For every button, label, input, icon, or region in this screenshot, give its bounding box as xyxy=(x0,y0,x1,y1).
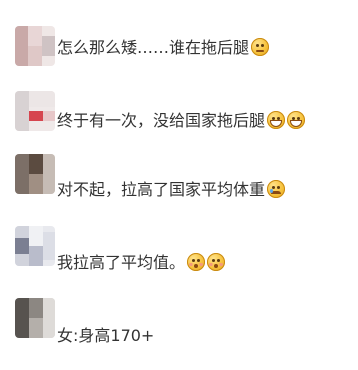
avatar[interactable] xyxy=(15,298,55,338)
comment-item: 对不起，拉高了国家平均体重 xyxy=(0,154,358,226)
comment-item: 怎么那么矮……谁在拖后腿 xyxy=(0,8,358,80)
annoyed-face-icon xyxy=(251,38,270,56)
avatar[interactable] xyxy=(15,91,55,131)
sad-face-icon xyxy=(267,180,286,198)
comment-text-content: 我拉高了平均值。 xyxy=(57,253,186,272)
shocked-face-icon xyxy=(207,253,226,271)
comment-text-content: 对不起，拉高了国家平均体重 xyxy=(57,180,266,199)
avatar[interactable] xyxy=(15,154,55,194)
comment-text-content: 女:身高170+ xyxy=(57,326,155,345)
shocked-face-icon xyxy=(187,253,206,271)
comment-item: 我拉高了平均值。 xyxy=(0,226,358,298)
comment-item: 女:身高170+ xyxy=(0,298,358,370)
comment-item: 终于有一次，没给国家拖后腿 xyxy=(0,83,358,155)
comment-text: 终于有一次，没给国家拖后腿 xyxy=(57,111,306,131)
avatar[interactable] xyxy=(15,226,55,266)
comment-text-content: 怎么那么矮……谁在拖后腿 xyxy=(57,38,250,57)
avatar[interactable] xyxy=(15,26,55,66)
grinning-face-icon xyxy=(287,111,306,129)
comment-text-content: 终于有一次，没给国家拖后腿 xyxy=(57,111,266,130)
comment-text: 我拉高了平均值。 xyxy=(57,253,226,273)
comment-text: 对不起，拉高了国家平均体重 xyxy=(57,180,286,200)
comment-text: 女:身高170+ xyxy=(57,326,154,346)
comment-text: 怎么那么矮……谁在拖后腿 xyxy=(57,38,270,58)
grinning-face-icon xyxy=(267,111,286,129)
